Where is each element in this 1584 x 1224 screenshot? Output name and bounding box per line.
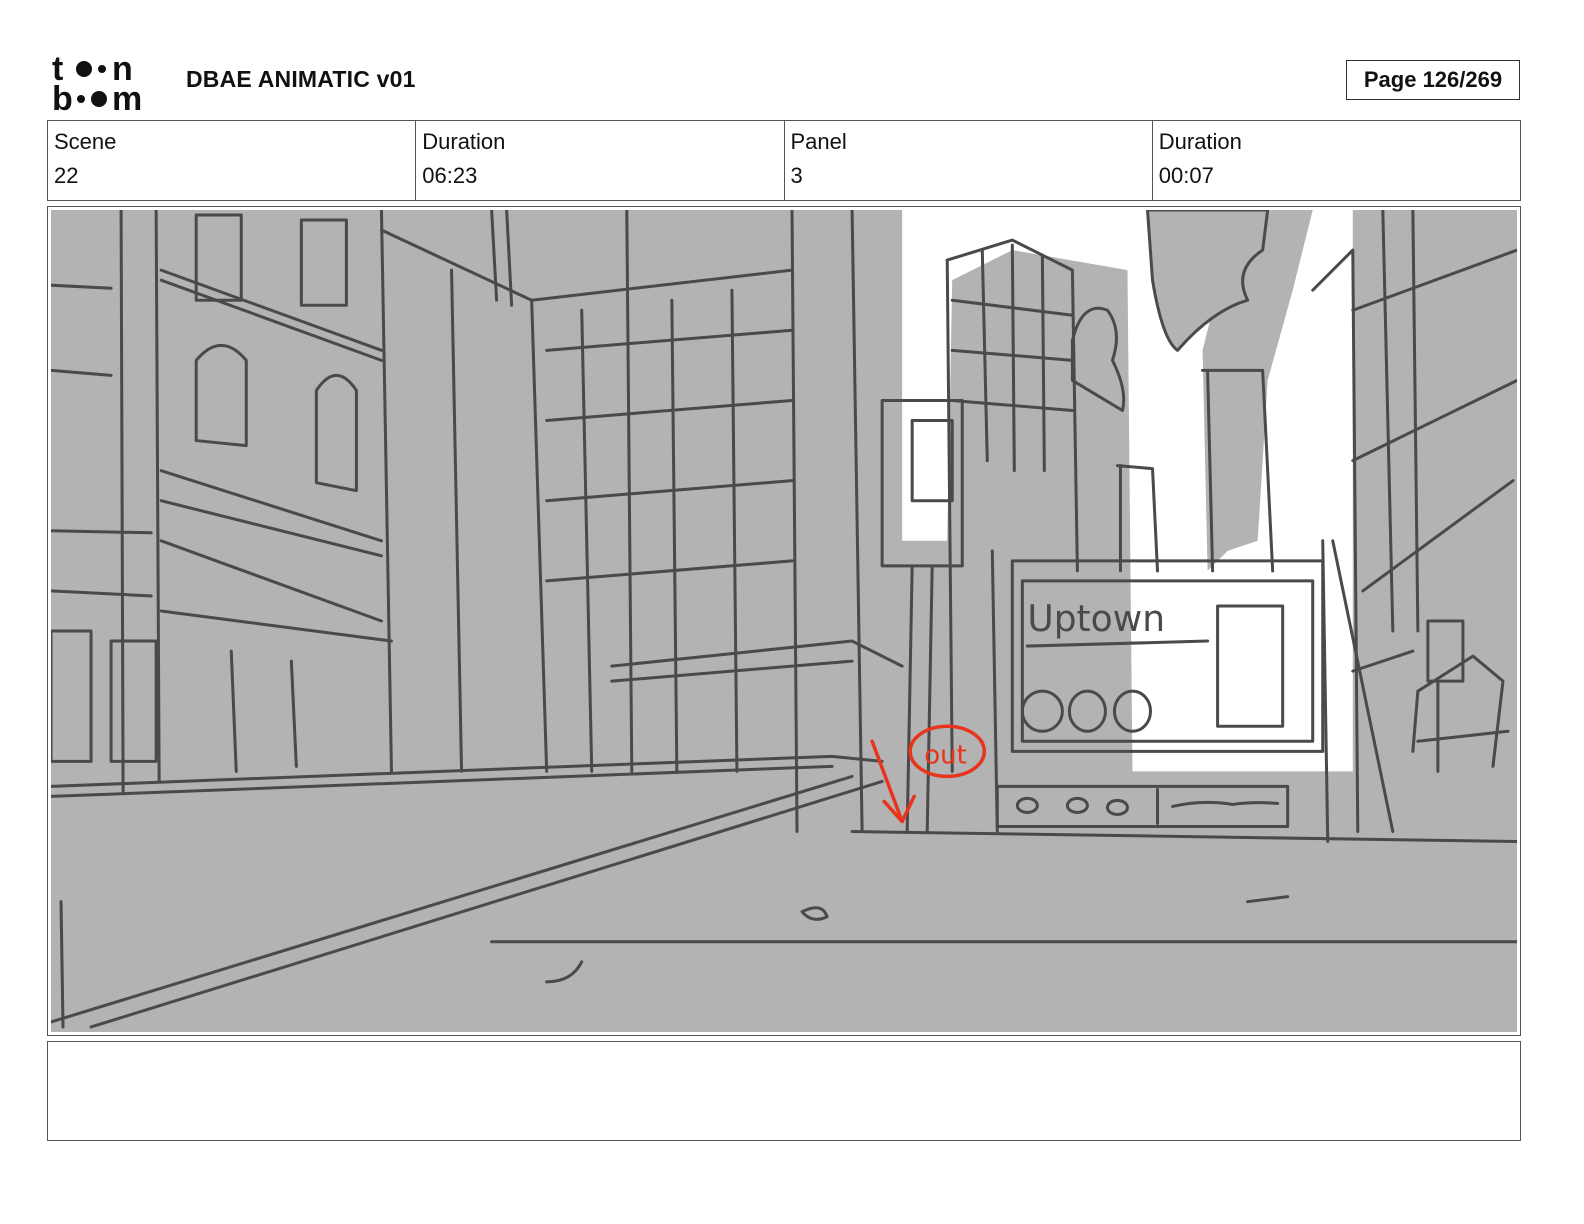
panel-notes: [47, 1041, 1521, 1141]
toonboom-logo-icon: t n b m: [52, 52, 142, 112]
panel-label: Panel: [790, 129, 847, 154]
scene-cell: Scene 22: [48, 121, 417, 200]
document-title: DBAE ANIMATIC v01: [186, 66, 416, 92]
scene-label: Scene: [54, 129, 117, 154]
scene-duration-cell: Duration 06:23: [416, 121, 785, 200]
storyboard-sketch: Uptown out: [51, 210, 1517, 1032]
annotation-text: out: [924, 740, 967, 770]
sign-text: Uptown: [1027, 598, 1165, 640]
scene-value: 22: [54, 163, 79, 188]
scene-duration-value: 06:23: [422, 163, 478, 188]
panel-duration-value: 00:07: [1158, 163, 1214, 188]
panel-duration-cell: Duration 00:07: [1153, 121, 1520, 200]
page-number: Page 126/269: [1346, 60, 1520, 100]
scene-info-table: Scene 22 Duration 06:23 Panel 3 Duration…: [47, 120, 1521, 201]
svg-text:m: m: [112, 80, 142, 112]
panel-duration-label: Duration: [1158, 129, 1242, 154]
panel-value: 3: [790, 163, 803, 188]
svg-text:b: b: [52, 80, 73, 112]
panel-cell: Panel 3: [785, 121, 1153, 200]
storyboard-panel: Uptown out: [47, 206, 1521, 1036]
scene-duration-label: Duration: [422, 129, 506, 154]
